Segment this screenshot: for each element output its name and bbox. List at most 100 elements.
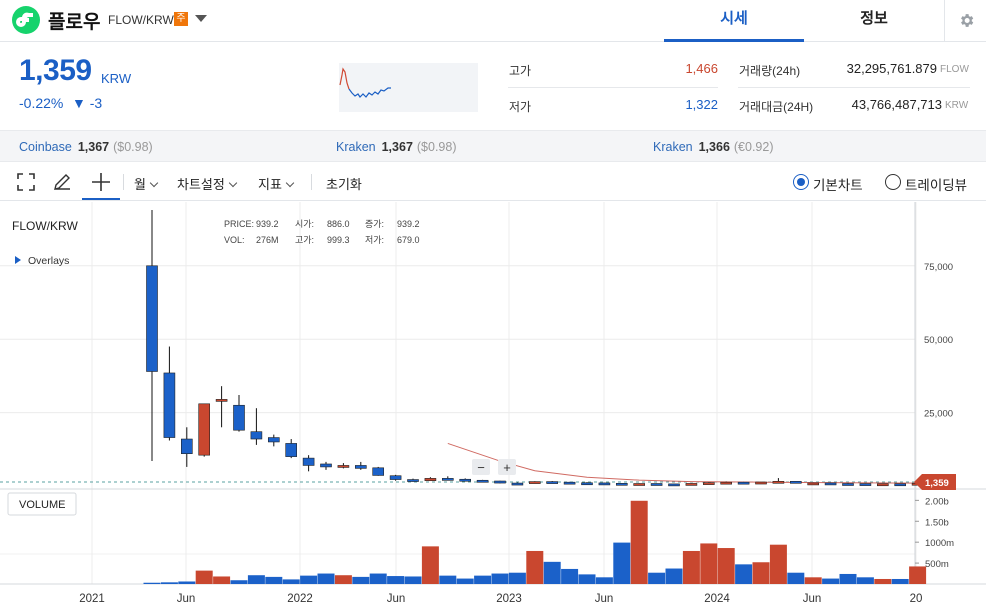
candle-body xyxy=(581,482,593,486)
volume-bar xyxy=(613,542,631,584)
candle-body xyxy=(459,478,472,482)
volume-bar xyxy=(456,578,474,584)
candle-body xyxy=(842,483,854,486)
exchange-price: 1,367 xyxy=(77,140,110,154)
indicator-dropdown[interactable]: 지표 xyxy=(258,174,295,193)
exchange-item: Kraken 1,366 (€0.92) xyxy=(653,140,774,154)
current-price: 1,359 xyxy=(19,54,92,87)
x-tick-label: Jun xyxy=(387,593,406,605)
chart-toolbar: 월 차트설정 지표 초기화 기본차트 트레이딩뷰 xyxy=(0,163,986,201)
legend-open-value: 886.0 xyxy=(327,219,350,229)
coin-name: 플로우 xyxy=(48,12,101,33)
high-label: 고가 xyxy=(509,64,532,78)
stat-divider xyxy=(738,87,970,88)
zoom-in-label: + xyxy=(503,460,511,475)
x-tick-label: 2023 xyxy=(496,593,522,605)
volume-bar xyxy=(213,576,231,584)
volume-bar xyxy=(682,550,700,584)
volume-tick-label: 2.00b xyxy=(925,496,949,507)
price-chart[interactable]: 75,000 50,000 25,000 2.00b 1.50b 1000m 500m 202… xyxy=(0,202,986,610)
tab-price[interactable]: 시세 xyxy=(664,0,804,42)
volume-bar xyxy=(160,582,178,584)
chart-symbol: FLOW/KRW xyxy=(12,219,78,233)
top-header: 플로우 FLOW/KRW 주 시세 정보 xyxy=(0,0,986,42)
interval-dropdown[interactable]: 월 xyxy=(134,174,159,193)
exchange-name[interactable]: Kraken xyxy=(653,140,693,154)
exchange-foreign-price: ($0.98) xyxy=(416,140,457,154)
chart-settings-dropdown[interactable]: 차트설정 xyxy=(177,174,238,193)
candle-body xyxy=(441,478,454,481)
candle-body xyxy=(354,465,367,469)
exchange-price: 1,367 xyxy=(381,140,413,154)
volume-bar xyxy=(334,575,352,584)
candle-body xyxy=(650,483,663,486)
y-tick-label: 75,000 xyxy=(924,262,953,273)
radio-basic-chart[interactable] xyxy=(793,174,809,190)
legend-price-label: PRICE: xyxy=(224,219,254,229)
volume-bar xyxy=(143,582,161,584)
candle-body xyxy=(546,481,559,484)
mini-chart xyxy=(339,63,478,112)
legend-low-value: 679.0 xyxy=(397,235,420,245)
current-price-tag-label: 1,359 xyxy=(925,478,949,489)
stat-divider xyxy=(508,87,718,88)
exchange-item: Kraken 1,367 ($0.98) xyxy=(336,140,457,154)
candle-body xyxy=(372,467,385,476)
candle-body xyxy=(633,483,646,486)
zoom-out-label: − xyxy=(477,460,485,475)
chevron-down-icon xyxy=(228,178,238,188)
candle-body xyxy=(267,437,280,443)
candle-body xyxy=(807,482,820,486)
radio-tradingview[interactable] xyxy=(885,174,901,190)
radio-tradingview-label[interactable]: 트레이딩뷰 xyxy=(905,174,967,194)
exchange-name[interactable]: Kraken xyxy=(336,140,376,154)
candle-body xyxy=(894,483,907,487)
volume-bar xyxy=(769,544,787,584)
price-chart-svg[interactable]: 75,00050,00025,0002.00b1.50b1000m500m202… xyxy=(0,202,986,610)
coin-select-dropdown-icon[interactable] xyxy=(195,15,207,22)
volume-bar xyxy=(891,578,909,584)
volume-bar xyxy=(595,577,613,584)
tab-info[interactable]: 정보 xyxy=(804,0,944,42)
exchange-name[interactable]: Coinbase xyxy=(19,140,72,154)
change-amount: ▼ -3 xyxy=(72,95,103,111)
legend-change-value: 939.2 xyxy=(397,219,420,229)
volume-bar xyxy=(195,570,213,584)
volume-bar xyxy=(352,576,370,584)
volume-bar xyxy=(752,562,770,584)
volume-bar xyxy=(561,568,579,584)
crosshair-icon[interactable] xyxy=(91,172,111,192)
volume-bar xyxy=(404,576,422,584)
candle-body xyxy=(320,463,332,468)
volume-bar xyxy=(282,579,300,584)
overlays-toggle-icon[interactable] xyxy=(15,256,21,264)
candle-body xyxy=(824,482,837,486)
candle-body xyxy=(737,481,750,485)
pencil-draw-icon[interactable] xyxy=(52,172,72,192)
amount-unit: KRW xyxy=(945,100,969,111)
volume-bar xyxy=(526,550,544,584)
candle-body xyxy=(668,483,680,487)
candle-body xyxy=(789,481,802,484)
candle-body xyxy=(685,483,698,486)
candle-body xyxy=(337,465,350,468)
volume-tick-label: 500m xyxy=(925,559,949,570)
volume-bar xyxy=(578,574,596,584)
candle-body xyxy=(302,457,315,466)
volume-unit: FLOW xyxy=(940,64,969,75)
volume-bar xyxy=(474,575,492,584)
candle-body xyxy=(702,482,715,485)
candle-body xyxy=(511,482,524,486)
radio-basic-chart-label[interactable]: 기본차트 xyxy=(813,174,863,194)
fullscreen-icon[interactable] xyxy=(16,172,36,192)
reset-button[interactable]: 초기화 xyxy=(326,174,362,193)
volume-bar xyxy=(491,573,509,584)
volume-bar xyxy=(665,568,683,584)
candle-body xyxy=(876,483,889,487)
candle-body xyxy=(285,443,298,457)
legend-open-label: 시가: xyxy=(295,219,314,229)
exchange-price: 1,366 xyxy=(698,140,730,154)
mini-chart-blue-line xyxy=(348,87,391,98)
settings-button[interactable] xyxy=(944,0,986,42)
flow-logo-icon xyxy=(12,6,40,34)
